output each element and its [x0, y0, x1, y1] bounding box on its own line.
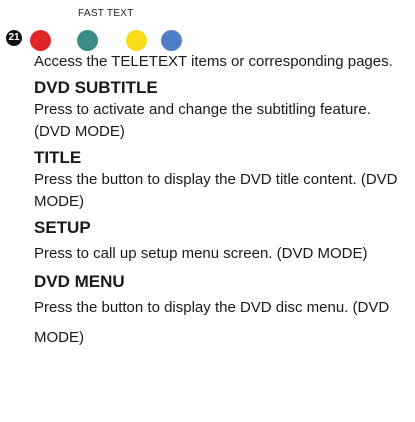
manual-page: FAST TEXT 21 Access the TELETEXT items o… [0, 0, 415, 422]
setup-heading: SETUP [34, 218, 91, 237]
title-heading: TITLE [34, 148, 82, 167]
dvd-subtitle-heading: DVD SUBTITLE [34, 78, 158, 97]
fast-text-description: Access the TELETEXT items or correspondi… [34, 53, 393, 70]
fast-text-label: FAST TEXT [78, 8, 134, 19]
dvd-menu-heading: DVD MENU [34, 272, 125, 291]
setup-description: Press to call up setup menu screen. (DVD… [34, 245, 368, 262]
blue-button-icon [161, 30, 182, 51]
green-button-icon [77, 30, 98, 51]
title-description: Press the button to display the DVD titl… [34, 171, 398, 210]
item-number-badge: 21 [6, 30, 22, 46]
yellow-button-icon [126, 30, 147, 51]
red-button-icon [30, 30, 51, 51]
dvd-menu-description: Press the button to display the DVD disc… [34, 299, 390, 346]
descriptions: Access the TELETEXT items or correspondi… [34, 51, 404, 353]
dvd-subtitle-description: Press to activate and change the subtitl… [34, 101, 371, 140]
